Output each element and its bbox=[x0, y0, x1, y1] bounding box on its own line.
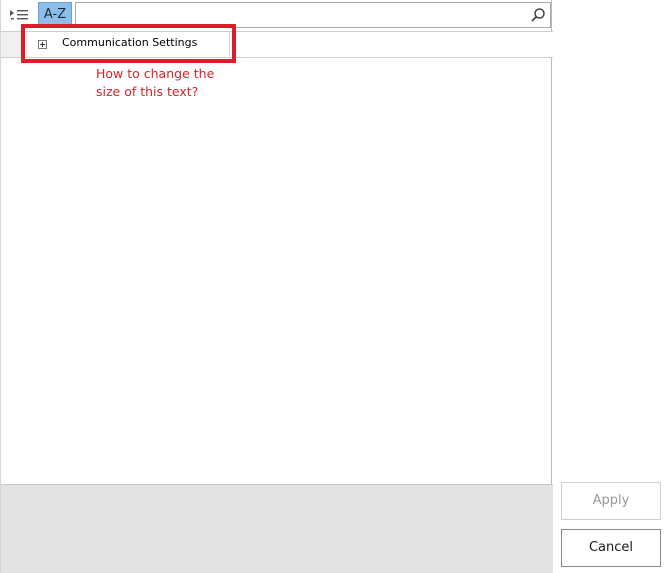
property-grid: A-Z Communication Settings bbox=[0, 0, 553, 573]
category-label: Communication Settings bbox=[62, 36, 198, 49]
annotation-text: How to change the size of this text? bbox=[96, 65, 236, 101]
alphabetical-sort-button[interactable]: A-Z bbox=[38, 2, 72, 28]
annotation-line-2: size of this text? bbox=[96, 84, 199, 99]
categorized-list-icon bbox=[10, 10, 28, 20]
row-gutter bbox=[1, 32, 28, 57]
plus-square-icon[interactable] bbox=[38, 40, 47, 49]
category-cell[interactable]: Communication Settings bbox=[28, 32, 230, 57]
apply-button[interactable]: Apply bbox=[561, 482, 661, 520]
description-area bbox=[1, 484, 553, 573]
magnifier-icon[interactable] bbox=[530, 7, 546, 23]
categorized-view-button[interactable] bbox=[7, 5, 31, 25]
search-box bbox=[75, 2, 551, 28]
category-row[interactable]: Communication Settings bbox=[1, 31, 553, 58]
cancel-button[interactable]: Cancel bbox=[561, 529, 661, 567]
search-input[interactable] bbox=[78, 5, 518, 25]
annotation-line-1: How to change the bbox=[96, 66, 215, 81]
property-grid-toolbar: A-Z bbox=[1, 0, 553, 30]
